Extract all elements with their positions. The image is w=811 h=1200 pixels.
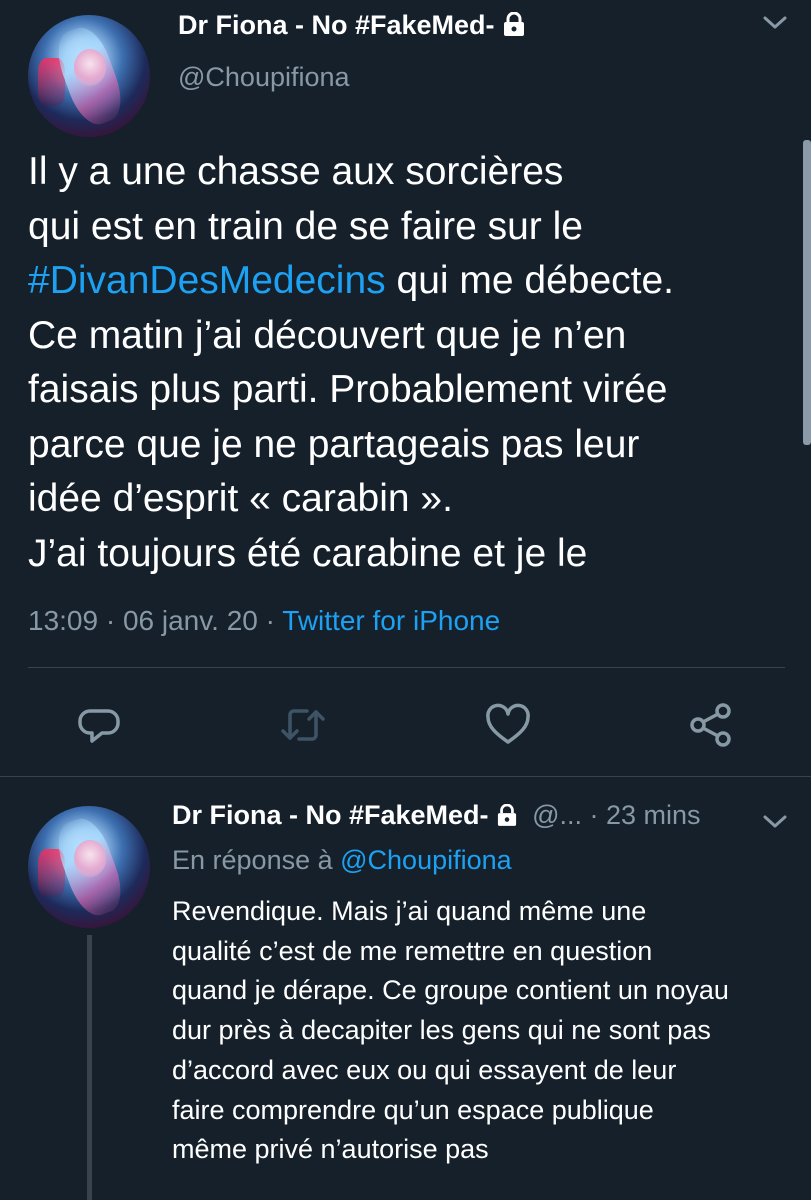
retweet-icon[interactable] bbox=[278, 700, 328, 750]
display-name-text: Dr Fiona - No #FakeMed- bbox=[178, 10, 495, 40]
tweet-line: J’ai toujours été carabine et je le bbox=[28, 527, 788, 582]
reply-line: d’accord avec eux ou qui essayent de leu… bbox=[172, 1054, 677, 1085]
reply-line: quand je dérape. Ce groupe contient un n… bbox=[172, 975, 729, 1006]
chevron-down-icon[interactable] bbox=[762, 813, 788, 836]
tweet-line: faisais plus parti. Probablement virée bbox=[28, 363, 788, 418]
avatar[interactable] bbox=[28, 806, 150, 928]
chevron-down-icon[interactable] bbox=[762, 14, 788, 37]
tweet-line: Il y a une chasse aux sorcières bbox=[28, 145, 788, 200]
tweet-line-text: qui me débecte. bbox=[385, 259, 675, 302]
user-handle[interactable]: @Choupifiona bbox=[178, 62, 350, 93]
tweet-line: qui est en train de se faire sur le bbox=[28, 200, 788, 255]
display-name[interactable]: Dr Fiona - No #FakeMed- bbox=[172, 800, 489, 830]
reply-line: Revendique. Mais j’ai quand même une bbox=[172, 896, 647, 926]
thread-line bbox=[87, 935, 92, 1200]
divider bbox=[28, 667, 785, 668]
scrollbar[interactable] bbox=[803, 140, 811, 445]
tweet-text: Il y a une chasse aux sorcières qui est … bbox=[28, 145, 788, 581]
tweet-line-text: qui est en train de se faire sur le bbox=[28, 204, 583, 248]
reply-text: Revendique. Mais j’ai quand même une qua… bbox=[172, 892, 772, 1170]
lock-icon bbox=[497, 802, 517, 833]
tweet-line-text: idée d’esprit « carabin ». bbox=[28, 477, 453, 520]
tweet-line: idée d’esprit « carabin ». bbox=[28, 472, 788, 527]
share-icon[interactable] bbox=[686, 700, 736, 750]
reply-line: faire comprendre qu’un espace publique bbox=[172, 1094, 654, 1125]
in-reply-to: En réponse à @Choupifiona bbox=[172, 845, 512, 876]
avatar[interactable] bbox=[28, 15, 150, 137]
meta-separator: · bbox=[581, 800, 606, 830]
reply-icon[interactable] bbox=[76, 700, 126, 750]
reply-line: même privé n’autorise pas bbox=[172, 1134, 489, 1165]
reply-line: dur près à decapiter les gens qui ne son… bbox=[172, 1015, 711, 1046]
reply-header: Dr Fiona - No #FakeMed- @... · 23 mins bbox=[172, 800, 701, 833]
tweet-time-ago: 23 mins bbox=[605, 800, 701, 830]
lock-icon bbox=[503, 11, 525, 43]
display-name[interactable]: Dr Fiona - No #FakeMed- bbox=[178, 10, 525, 43]
tweet-line-text: parce que je ne partageais pas leur bbox=[28, 422, 640, 466]
tweet-line: #DivanDesMedecins qui me débecte. bbox=[28, 254, 788, 309]
tweet-line: Ce matin j’ai découvert que je n’en bbox=[28, 309, 788, 364]
divider bbox=[0, 776, 811, 777]
hashtag-link[interactable]: #DivanDesMedecins bbox=[28, 259, 386, 302]
user-handle[interactable]: @... bbox=[532, 800, 582, 830]
in-reply-prefix: En réponse à bbox=[172, 845, 341, 875]
heart-icon[interactable] bbox=[483, 700, 533, 750]
meta-separator: · bbox=[257, 605, 283, 636]
tweet-line-text: faisais plus parti. Probablement virée bbox=[28, 368, 668, 411]
tweet-line-text: Ce matin j’ai découvert que je n’en bbox=[28, 313, 627, 357]
reply-line: qualité c’est de me remettre en question bbox=[172, 935, 653, 966]
tweet-line-text: Il y a une chasse aux sorcières bbox=[28, 150, 564, 193]
tweet-source-link[interactable]: Twitter for iPhone bbox=[282, 605, 500, 636]
tweet-meta: 13:09 · 06 janv. 20 · Twitter for iPhone bbox=[28, 605, 500, 637]
mention-link[interactable]: @Choupifiona bbox=[340, 845, 512, 875]
tweet-line-text: J’ai toujours été carabine et je le bbox=[28, 531, 588, 575]
tweet-time: 13:09 bbox=[28, 605, 99, 636]
tweet-line: parce que je ne partageais pas leur bbox=[28, 418, 788, 473]
meta-separator: · bbox=[98, 605, 123, 636]
tweet-date: 06 janv. 20 bbox=[122, 605, 258, 636]
